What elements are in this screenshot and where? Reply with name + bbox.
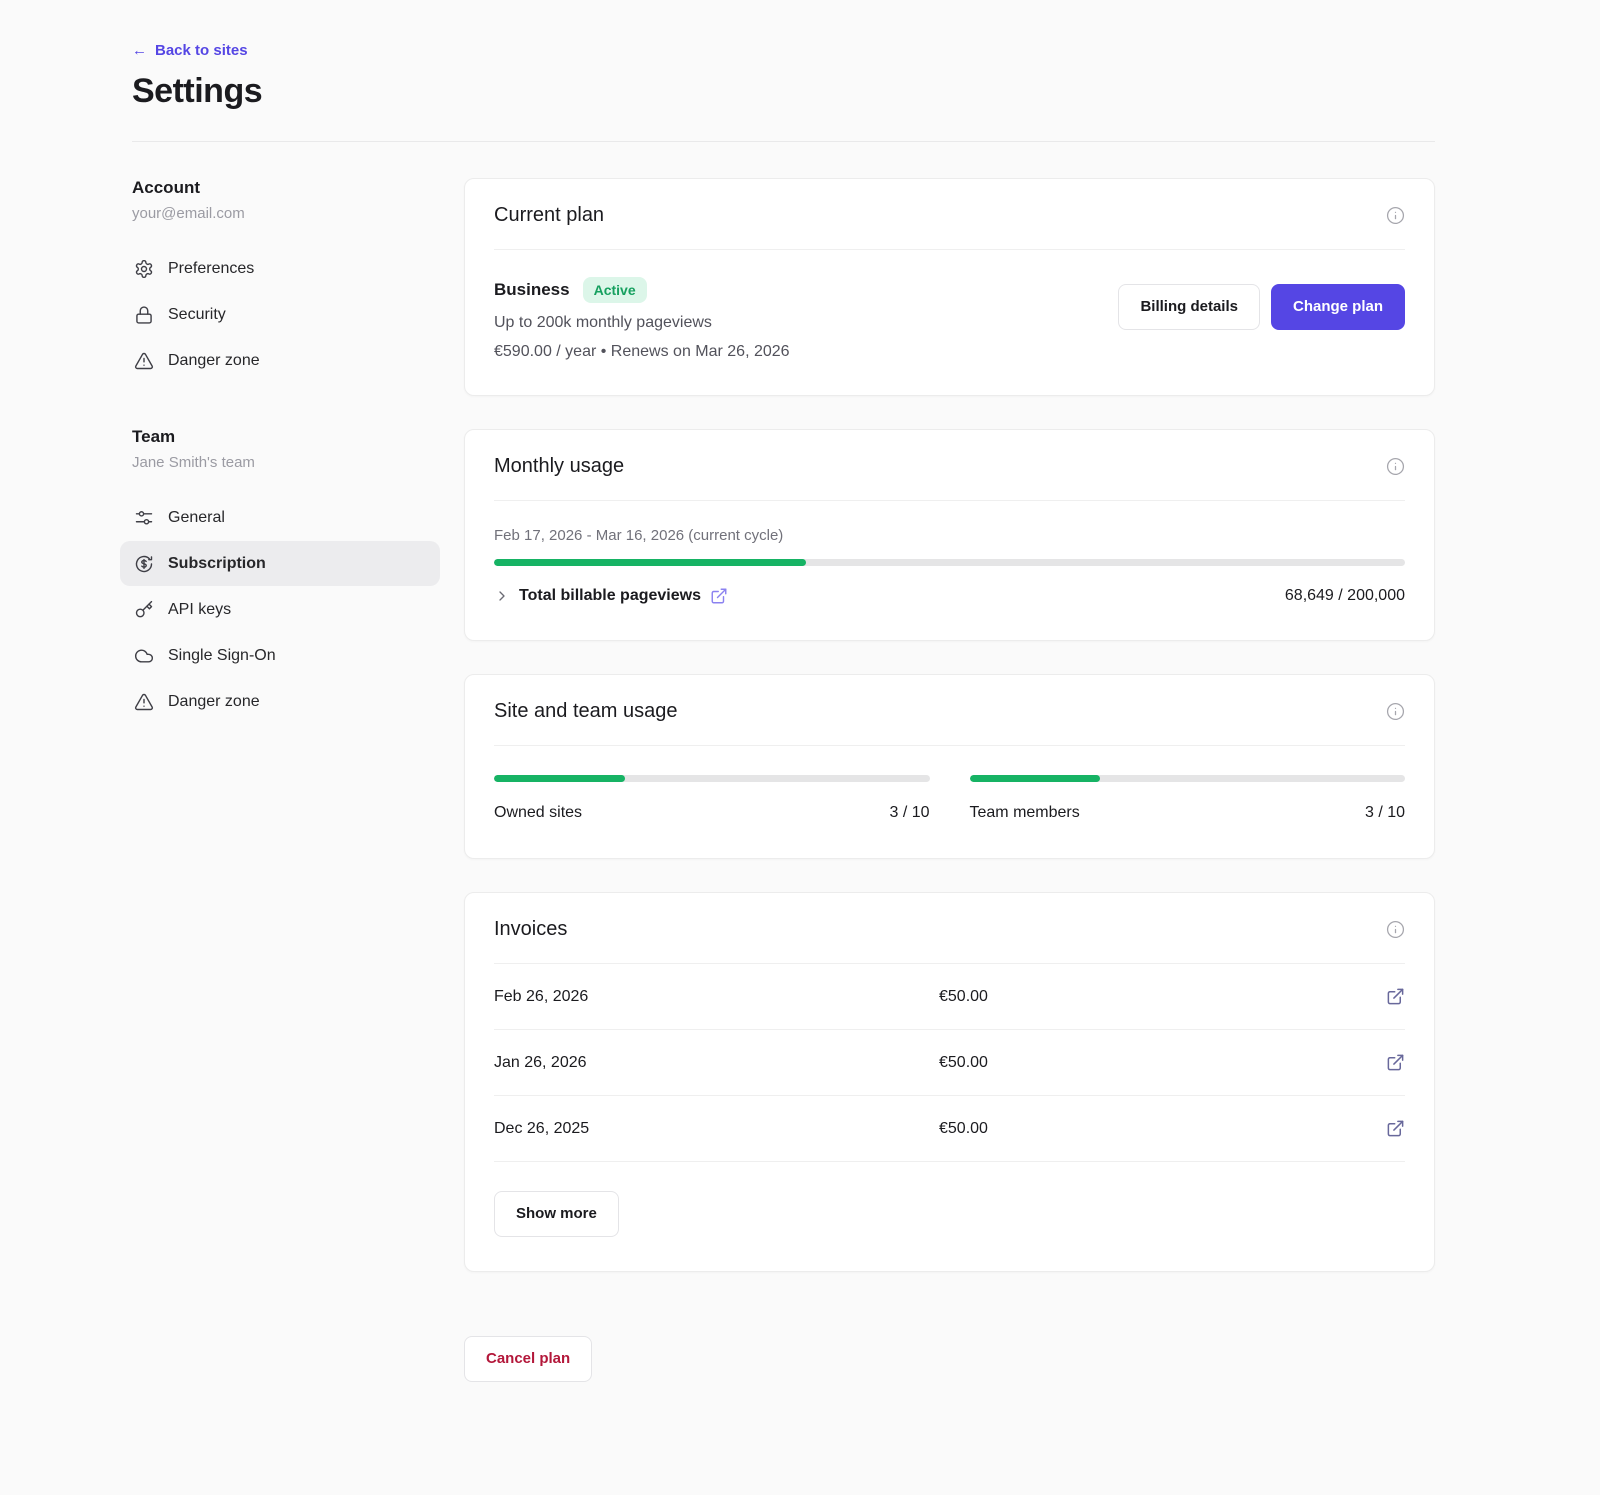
header-divider — [132, 141, 1435, 142]
info-icon[interactable] — [1386, 702, 1405, 721]
meter-label: Owned sites — [494, 804, 582, 822]
change-plan-button[interactable]: Change plan — [1271, 284, 1405, 330]
sidebar-item-single-sign-on[interactable]: Single Sign-On — [120, 633, 440, 678]
chevron-right-icon[interactable] — [494, 588, 510, 604]
team-members-progress-fill — [970, 775, 1101, 782]
owned-sites-progress-track — [494, 775, 930, 782]
info-icon[interactable] — [1386, 457, 1405, 476]
external-link-icon[interactable] — [1386, 1119, 1405, 1138]
key-icon — [134, 600, 154, 620]
invoice-row: Jan 26, 2026 €50.00 — [494, 1030, 1405, 1096]
card-title-monthly-usage: Monthly usage — [494, 455, 624, 478]
owned-sites-meter: Owned sites 3 / 10 — [494, 775, 930, 822]
back-to-sites-link[interactable]: ← Back to sites — [132, 42, 248, 59]
lock-icon — [134, 305, 154, 325]
invoice-date: Feb 26, 2026 — [494, 988, 939, 1006]
metric-label: Total billable pageviews — [519, 587, 701, 605]
alert-triangle-icon — [134, 351, 154, 371]
back-to-sites-label: Back to sites — [155, 42, 248, 59]
sidebar-item-label: Security — [168, 306, 226, 324]
sidebar-item-label: Single Sign-On — [168, 647, 276, 665]
sidebar-item-label: Danger zone — [168, 352, 260, 370]
invoice-amount: €50.00 — [939, 1054, 1386, 1072]
invoice-amount: €50.00 — [939, 988, 1386, 1006]
monthly-usage-card: Monthly usage Feb 17, 2026 - Mar 16, 202… — [464, 429, 1435, 641]
sidebar-item-general[interactable]: General — [120, 495, 440, 540]
account-email: your@email.com — [132, 205, 440, 222]
owned-sites-progress-fill — [494, 775, 625, 782]
external-link-icon[interactable] — [710, 587, 728, 605]
pageviews-progress-fill — [494, 559, 806, 566]
external-link-icon[interactable] — [1386, 1053, 1405, 1072]
dollar-refresh-icon — [134, 554, 154, 574]
invoice-row: Feb 26, 2026 €50.00 — [494, 964, 1405, 1030]
pageviews-value: 68,649 / 200,000 — [1285, 587, 1405, 605]
sidebar-item-account-danger-zone[interactable]: Danger zone — [120, 338, 440, 383]
total-billable-pageviews-row[interactable]: Total billable pageviews — [494, 587, 728, 605]
team-nav: General Subscription API keys Single Sig… — [120, 495, 440, 724]
sidebar-item-subscription[interactable]: Subscription — [120, 541, 440, 586]
external-link-icon[interactable] — [1386, 987, 1405, 1006]
plan-summary: Business Active Up to 200k monthly pagev… — [494, 277, 790, 361]
sidebar-item-label: Danger zone — [168, 693, 260, 711]
gear-icon — [134, 259, 154, 279]
cancel-plan-button[interactable]: Cancel plan — [464, 1336, 592, 1382]
plan-price-line: €590.00 / year • Renews on Mar 26, 2026 — [494, 343, 790, 361]
page-title: Settings — [132, 72, 1435, 111]
team-name: Jane Smith's team — [132, 454, 440, 471]
sidebar-item-label: Subscription — [168, 555, 266, 573]
current-plan-card: Current plan Business Active Up to 200k … — [464, 178, 1435, 396]
bottom-spacer — [464, 1415, 1435, 1495]
pageviews-progress-track — [494, 559, 1405, 566]
sidebar-section-team: Team Jane Smith's team General Subscript… — [132, 427, 440, 724]
card-title-invoices: Invoices — [494, 918, 567, 941]
plan-pageviews-line: Up to 200k monthly pageviews — [494, 314, 790, 332]
invoice-date: Jan 26, 2026 — [494, 1054, 939, 1072]
status-badge: Active — [583, 277, 647, 303]
sidebar-section-title: Team — [132, 427, 440, 447]
subscription-main: Current plan Business Active Up to 200k … — [464, 178, 1435, 1495]
account-nav: Preferences Security Danger zone — [120, 246, 440, 383]
sidebar-item-api-keys[interactable]: API keys — [120, 587, 440, 632]
team-members-progress-track — [970, 775, 1406, 782]
arrow-left-icon: ← — [132, 42, 147, 59]
settings-page: ← Back to sites Settings Account your@em… — [0, 0, 1600, 1495]
info-icon[interactable] — [1386, 206, 1405, 225]
team-members-meter: Team members 3 / 10 — [970, 775, 1406, 822]
site-team-usage-card: Site and team usage Owned sites 3 / 10 — [464, 674, 1435, 859]
sidebar-item-team-danger-zone[interactable]: Danger zone — [120, 679, 440, 724]
show-more-button[interactable]: Show more — [494, 1191, 619, 1237]
billing-details-button[interactable]: Billing details — [1118, 284, 1260, 330]
sidebar-item-label: General — [168, 509, 225, 527]
card-title-current-plan: Current plan — [494, 204, 604, 227]
billing-cycle-text: Feb 17, 2026 - Mar 16, 2026 (current cyc… — [494, 527, 1405, 544]
sidebar-item-label: Preferences — [168, 260, 254, 278]
sidebar-item-label: API keys — [168, 601, 231, 619]
meter-value: 3 / 10 — [1365, 804, 1405, 822]
sidebar-section-account: Account your@email.com Preferences Secur… — [132, 178, 440, 383]
info-icon[interactable] — [1386, 920, 1405, 939]
cloud-icon — [134, 646, 154, 666]
invoice-row: Dec 26, 2025 €50.00 — [494, 1096, 1405, 1162]
meter-label: Team members — [970, 804, 1080, 822]
invoice-amount: €50.00 — [939, 1120, 1386, 1138]
settings-sidebar: Account your@email.com Preferences Secur… — [132, 178, 440, 768]
sliders-icon — [134, 508, 154, 528]
alert-triangle-icon — [134, 692, 154, 712]
sidebar-item-preferences[interactable]: Preferences — [120, 246, 440, 291]
card-title-site-team-usage: Site and team usage — [494, 700, 677, 723]
plan-name: Business — [494, 280, 570, 300]
sidebar-item-security[interactable]: Security — [120, 292, 440, 337]
invoice-date: Dec 26, 2025 — [494, 1120, 939, 1138]
invoices-card: Invoices Feb 26, 2026 €50.00 Jan 26, 202… — [464, 892, 1435, 1272]
sidebar-section-title: Account — [132, 178, 440, 198]
meter-value: 3 / 10 — [889, 804, 929, 822]
